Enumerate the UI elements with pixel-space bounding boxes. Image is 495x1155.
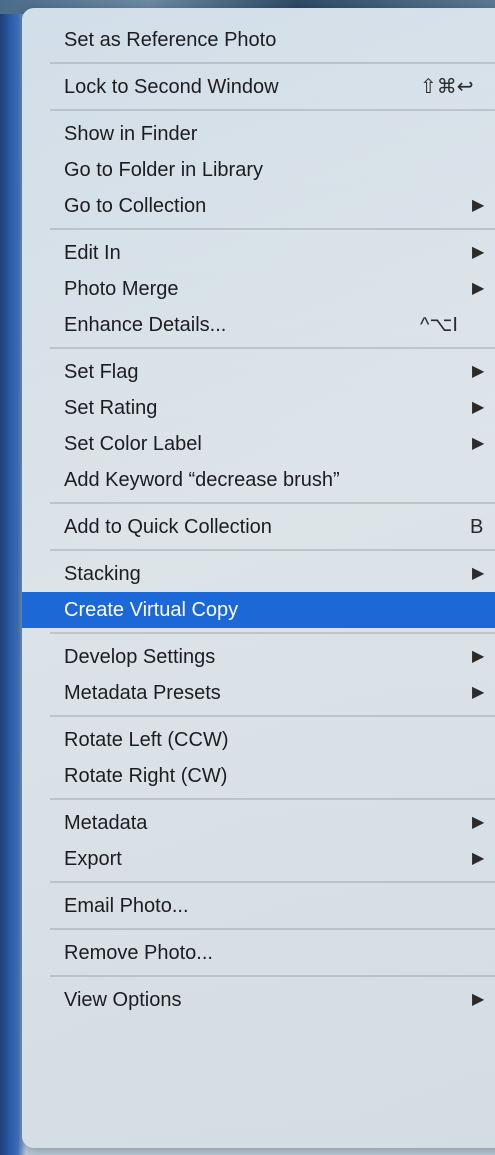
menu-item-label: Email Photo... [64,895,189,917]
menu-item-lock-to-second-window[interactable]: Lock to Second Window ⇧⌘↩ [22,69,495,105]
menu-separator [50,62,495,64]
menu-item-label: Add to Quick Collection [64,516,272,538]
menu-separator [50,549,495,551]
menu-separator [50,228,495,230]
menu-separator [50,347,495,349]
menu-item-rotate-right-cw[interactable]: Rotate Right (CW) [22,758,495,794]
menu-item-set-flag[interactable]: Set Flag ▶ [22,354,495,390]
submenu-arrow-icon: ▶ [472,363,485,380]
menu-item-label: View Options [64,989,182,1011]
menu-item-shortcut: ^⌥I [420,314,458,336]
menu-item-show-in-finder[interactable]: Show in Finder [22,116,495,152]
menu-item-label: Rotate Left (CCW) [64,729,229,751]
menu-item-label: Go to Collection [64,195,207,217]
menu-item-shortcut: B [470,516,484,538]
menu-item-label: Go to Folder in Library [64,159,263,181]
menu-item-develop-settings[interactable]: Develop Settings ▶ [22,639,495,675]
menu-separator [50,632,495,634]
menu-item-set-color-label[interactable]: Set Color Label ▶ [22,426,495,462]
menu-separator [50,798,495,800]
submenu-arrow-icon: ▶ [472,850,485,867]
submenu-arrow-icon: ▶ [472,991,485,1008]
submenu-arrow-icon: ▶ [472,648,485,665]
submenu-arrow-icon: ▶ [472,814,485,831]
menu-item-label: Develop Settings [64,646,216,668]
menu-item-label: Remove Photo... [64,942,213,964]
menu-item-set-as-reference-photo[interactable]: Set as Reference Photo [22,22,495,58]
menu-separator [50,502,495,504]
menu-item-rotate-left-ccw[interactable]: Rotate Left (CCW) [22,722,495,758]
menu-item-label: Set Color Label [64,433,202,455]
menu-item-label: Show in Finder [64,123,198,145]
menu-separator [50,109,495,111]
menu-item-metadata[interactable]: Metadata ▶ [22,805,495,841]
submenu-arrow-icon: ▶ [472,244,485,261]
submenu-arrow-icon: ▶ [472,399,485,416]
menu-item-label: Export [64,848,122,870]
menu-item-enhance-details[interactable]: Enhance Details... ^⌥I [22,307,495,343]
menu-item-label: Lock to Second Window [64,76,279,98]
menu-item-add-keyword-decrease-brush[interactable]: Add Keyword “decrease brush” [22,462,495,498]
menu-separator [50,715,495,717]
menu-item-shortcut: ⇧⌘↩ [420,76,474,98]
menu-item-go-to-folder-in-library[interactable]: Go to Folder in Library [22,152,495,188]
menu-separator [50,928,495,930]
menu-item-label: Set as Reference Photo [64,29,277,51]
menu-item-label: Edit In [64,242,121,264]
menu-item-label: Add Keyword “decrease brush” [64,469,340,491]
menu-item-label: Metadata Presets [64,682,221,704]
menu-item-go-to-collection[interactable]: Go to Collection ▶ [22,188,495,224]
menu-item-label: Set Rating [64,397,158,419]
menu-item-photo-merge[interactable]: Photo Merge ▶ [22,271,495,307]
menu-item-label: Photo Merge [64,278,179,300]
menu-item-label: Enhance Details... [64,314,227,336]
menu-item-email-photo[interactable]: Email Photo... [22,888,495,924]
menu-item-set-rating[interactable]: Set Rating ▶ [22,390,495,426]
menu-item-create-virtual-copy[interactable]: Create Virtual Copy [22,592,495,628]
menu-item-export[interactable]: Export ▶ [22,841,495,877]
submenu-arrow-icon: ▶ [472,280,485,297]
menu-item-remove-photo[interactable]: Remove Photo... [22,935,495,971]
submenu-arrow-icon: ▶ [472,565,485,582]
menu-item-metadata-presets[interactable]: Metadata Presets ▶ [22,675,495,711]
menu-item-view-options[interactable]: View Options ▶ [22,982,495,1018]
menu-item-label: Create Virtual Copy [64,599,239,621]
menu-separator [50,881,495,883]
menu-item-label: Metadata [64,812,148,834]
menu-item-label: Rotate Right (CW) [64,765,228,787]
submenu-arrow-icon: ▶ [472,684,485,701]
menu-item-add-to-quick-collection[interactable]: Add to Quick Collection B [22,509,495,545]
context-menu: Set as Reference Photo Lock to Second Win… [22,8,495,1148]
menu-item-label: Set Flag [64,361,139,383]
submenu-arrow-icon: ▶ [472,197,485,214]
menu-item-edit-in[interactable]: Edit In ▶ [22,235,495,271]
menu-item-stacking[interactable]: Stacking ▶ [22,556,495,592]
menu-separator [50,975,495,977]
menu-item-label: Stacking [64,563,141,585]
submenu-arrow-icon: ▶ [472,435,485,452]
